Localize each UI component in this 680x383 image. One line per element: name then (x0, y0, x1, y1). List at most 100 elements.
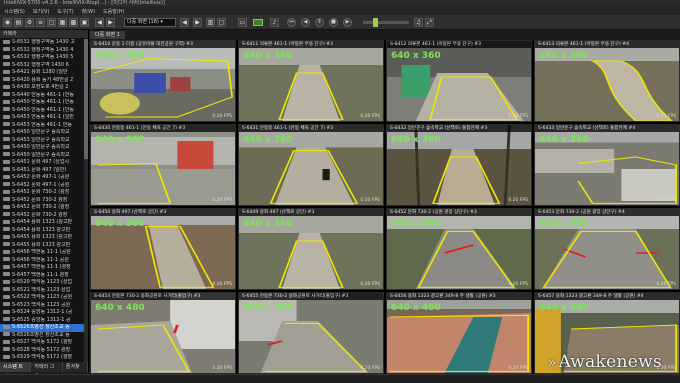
skip-back-icon[interactable]: ⏮ (287, 18, 296, 27)
camera-list-item[interactable]: S-6450 안동동 461-1 (안동 (0, 99, 86, 107)
camera-list-item[interactable]: S-6522 백석동 1123 (공원 (0, 294, 86, 302)
cctv-camera-icon (3, 189, 10, 194)
menu-item[interactable]: 보기(V) (33, 8, 50, 15)
camera-list-item[interactable]: S-6529 백석동 5172 (광장 (0, 354, 86, 362)
record-indicator-icon[interactable] (253, 19, 263, 26)
slider-knob[interactable] (373, 18, 378, 27)
camera-view[interactable]: S-6410 운동 1 다중 (공유마을 대전공원 구역) #3 640 x 36… (90, 40, 236, 122)
rewind-icon[interactable]: ◀ (301, 18, 310, 27)
camera-list-item[interactable]: S-6453 안동동 461-1 안동 (0, 122, 86, 130)
window-icon[interactable]: □ (47, 18, 56, 27)
nav-back-icon[interactable]: ◀ (95, 18, 104, 27)
camera-list-item[interactable]: S-6451 문화 497 (일반) (0, 167, 86, 175)
camera-list-item[interactable]: S-6456 백현동 11-1 공원 (0, 257, 86, 265)
menu-item[interactable]: 창(W) (82, 8, 95, 15)
camera-list-item[interactable]: S-6450 일반문구 숲속학교 (0, 144, 86, 152)
folder-icon[interactable]: ▤ (14, 18, 23, 27)
camera-list-scrollbar[interactable] (84, 39, 88, 370)
prev-icon[interactable]: ◀ (180, 18, 189, 27)
camera-list-item[interactable]: S-6527 백석동 5172 (광장 (0, 339, 86, 347)
camera-list-item[interactable]: S-6421 용화 1280 (일반 (0, 69, 86, 77)
camera-list-item[interactable]: S-6532 행정구역동 1430 고 (0, 39, 86, 47)
fullscreen-icon[interactable]: ⤢ (425, 18, 434, 27)
camera-view[interactable]: S-6449 용화 497 (산책로 상단) #3 640 x 360 0.20 F… (238, 208, 384, 290)
camera-list-item[interactable]: S-6525 중앙동 1312-1 공 (0, 317, 86, 325)
camera-list-item[interactable]: S-6526조병선 창산초교 동 (0, 332, 86, 340)
sidebar-tab[interactable]: 카메라 그룹 (31, 362, 63, 380)
camera-list-item[interactable]: S-6524 중앙동 1312-1 (공 (0, 309, 86, 317)
camera-view[interactable]: S-6454 안동본 730-2 용화공원로 사거리(출입구) #3 640 x … (90, 292, 236, 374)
camera-list-item[interactable]: S-6451 문화 497 (상업시 (0, 159, 86, 167)
layout-select[interactable]: 다중 화면 (16) ▾ (124, 18, 176, 27)
view-icon[interactable]: ▣ (80, 18, 89, 27)
camera-view[interactable]: S-6452 문화 730-2 (공원 광장 상단구) #3 640 x 360 0… (386, 208, 532, 290)
monitor-icon[interactable]: ▭ (238, 18, 247, 27)
pause-icon[interactable]: Ⅱ (315, 18, 324, 27)
camera-list-item[interactable]: S-6430 포장도로 4번길 2 (0, 84, 86, 92)
nav-forward-icon[interactable]: ▶ (106, 18, 115, 27)
next-icon[interactable]: ▶ (193, 18, 202, 27)
scrollbar-thumb[interactable] (84, 39, 88, 159)
camera-list-item[interactable]: S-6528 백석동 5172 광장 (0, 347, 86, 355)
camera-list-item[interactable]: S-6457 백현동 11-1 광장 (0, 272, 86, 280)
camera-view[interactable]: S-6453 문화 730-2 (공원 광장 상단구) #4 640 x 360 0… (534, 208, 680, 290)
camera-list-label: S-6452 문화 497-1 (공원 (12, 181, 70, 188)
camera-list-item[interactable]: S-6532 행정구역동 1430 5 (0, 54, 86, 62)
grid-icon[interactable]: ▩ (69, 18, 78, 27)
camera-list-item[interactable]: S-6452 문화 730-2 (광장 (0, 204, 86, 212)
camera-list-item[interactable]: S-6520 백석동 1123 (상업 (0, 279, 86, 287)
camera-list-item[interactable]: S-6526조병선 창산초교 동 (0, 324, 86, 332)
camera-list-item[interactable]: S-6453 안동동 461-1 (일반 (0, 114, 86, 122)
camera-list-item[interactable]: S-6440 안동동 461-1 (안동 (0, 92, 86, 100)
camera-list-item[interactable]: S-6452 문화 730-2 (광장 (0, 189, 86, 197)
camera-list-item[interactable]: S-6456 백현동 11-1 (공원 (0, 249, 86, 257)
camera-list-item[interactable]: S-6532 행정구역 1430 6 (0, 62, 86, 70)
tab-multiview[interactable]: 다중 화면 1 (90, 31, 125, 39)
camera-list-item[interactable]: S-6420 용화 등기 48번길 2 (0, 77, 86, 85)
camera-view[interactable]: S-6430 안동동 461-1 (안동 체육 공간 7) #3 640 x 36… (90, 124, 236, 206)
layout-icon[interactable]: ▦ (58, 18, 67, 27)
camera-list-item[interactable]: S-6452 문화 497-1 (공원 (0, 182, 86, 190)
camera-list-item[interactable]: S-6454 용화 1323 광고판 (0, 227, 86, 235)
cctv-camera-icon (3, 137, 10, 141)
camera-list-item[interactable]: S-6450 일반문구 숲속학교 (0, 129, 86, 137)
camera-view[interactable]: S-6411 의류본 461-1 (아동본 무용 단구) #3 640 x 360… (238, 40, 384, 122)
camera-list-item[interactable]: S-6452 문화 497-1 (공원 (0, 174, 86, 182)
fit-icon[interactable]: ▢ (217, 18, 226, 27)
camera-view[interactable]: S-6450 용화 497 (산책로 상단) #3 640 x 360 0.20 F… (90, 208, 236, 290)
camera-list-item[interactable]: S-6452 문화 730-2 광장 (0, 197, 86, 205)
mic-icon[interactable]: ♪ (270, 18, 279, 27)
stop-icon[interactable]: ■ (329, 18, 338, 27)
camera-view[interactable]: S-6456 용화 1323 광고판 349-8 주 생활 (공원) #3 640… (386, 292, 532, 374)
camera-list-item[interactable]: S-6521 백석동 1123 상업 (0, 287, 86, 295)
volume-icon[interactable]: ♫ (414, 18, 423, 27)
camera-view[interactable]: S-6431 안동동 461-1 (안동 체육 공간 7) #3 640 x 36… (238, 124, 384, 206)
playback-speed-slider[interactable] (363, 18, 409, 27)
camera-list-item[interactable]: S-6452 문화 730-2 광장 (0, 212, 86, 220)
menu-item[interactable]: 도구(T) (57, 8, 73, 15)
camera-list-item[interactable]: S-6453 일반문구 숲속학교 (0, 137, 86, 145)
camera-list[interactable]: S-6532 행정구역동 1430 고 S-6532 행정구역동 1430 4 S-… (0, 39, 86, 370)
camera-view[interactable]: S-6432 일반문구 숲속학교 (산책로) 통합관제 #3 640 x 360 0… (386, 124, 532, 206)
camera-view[interactable]: S-6413 의류본 461-1 (아동본 무용 단구) #4 640 x 360… (534, 40, 680, 122)
camera-icon[interactable]: ◉ (3, 18, 12, 27)
sidebar-tab[interactable]: 즐겨찾기 (63, 362, 88, 380)
menu-item[interactable]: 도움말(H) (103, 8, 124, 15)
camera-list-item[interactable]: S-6532 행정구역동 1430 4 (0, 47, 86, 55)
split-icon[interactable]: ▥ (206, 18, 215, 27)
fast-forward-icon[interactable]: ▶ (343, 18, 352, 27)
camera-list-item[interactable]: S-6455 용화 1323 (광고판 (0, 234, 86, 242)
camera-view[interactable]: S-6412 의류본 461-1 (아동본 무용 단구) #3 640 x 360… (386, 40, 532, 122)
camera-view[interactable]: S-6433 일반문구 숲속학교 (산책로) 통합관제 #4 640 x 360 0… (534, 124, 680, 206)
camera-list-item[interactable]: S-6457 백현동 11-1 (광장 (0, 264, 86, 272)
camera-list-item[interactable]: S-6450 일반문구 숲속학교 (0, 152, 86, 160)
menu-item[interactable]: 시스템(S) (4, 8, 25, 15)
camera-list-item[interactable]: S-6523 백석동 1123 공원 (0, 302, 86, 310)
list-icon[interactable]: ≡ (36, 18, 45, 27)
camera-list-item[interactable]: S-6455 용화 1323 광고판 (0, 242, 86, 250)
camera-list-item[interactable]: S-6454 용화 1323 (광고판 (0, 219, 86, 227)
settings-icon[interactable]: ⚙ (25, 18, 34, 27)
camera-list-item[interactable]: S-6450 안동동 461-1 (안동 (0, 107, 86, 115)
camera-view[interactable]: S-6455 안동본 730-2 용화공원로 사거리(출입구) #3 640 x … (238, 292, 384, 374)
sidebar-tab[interactable]: 시스템 트리 (0, 362, 32, 380)
